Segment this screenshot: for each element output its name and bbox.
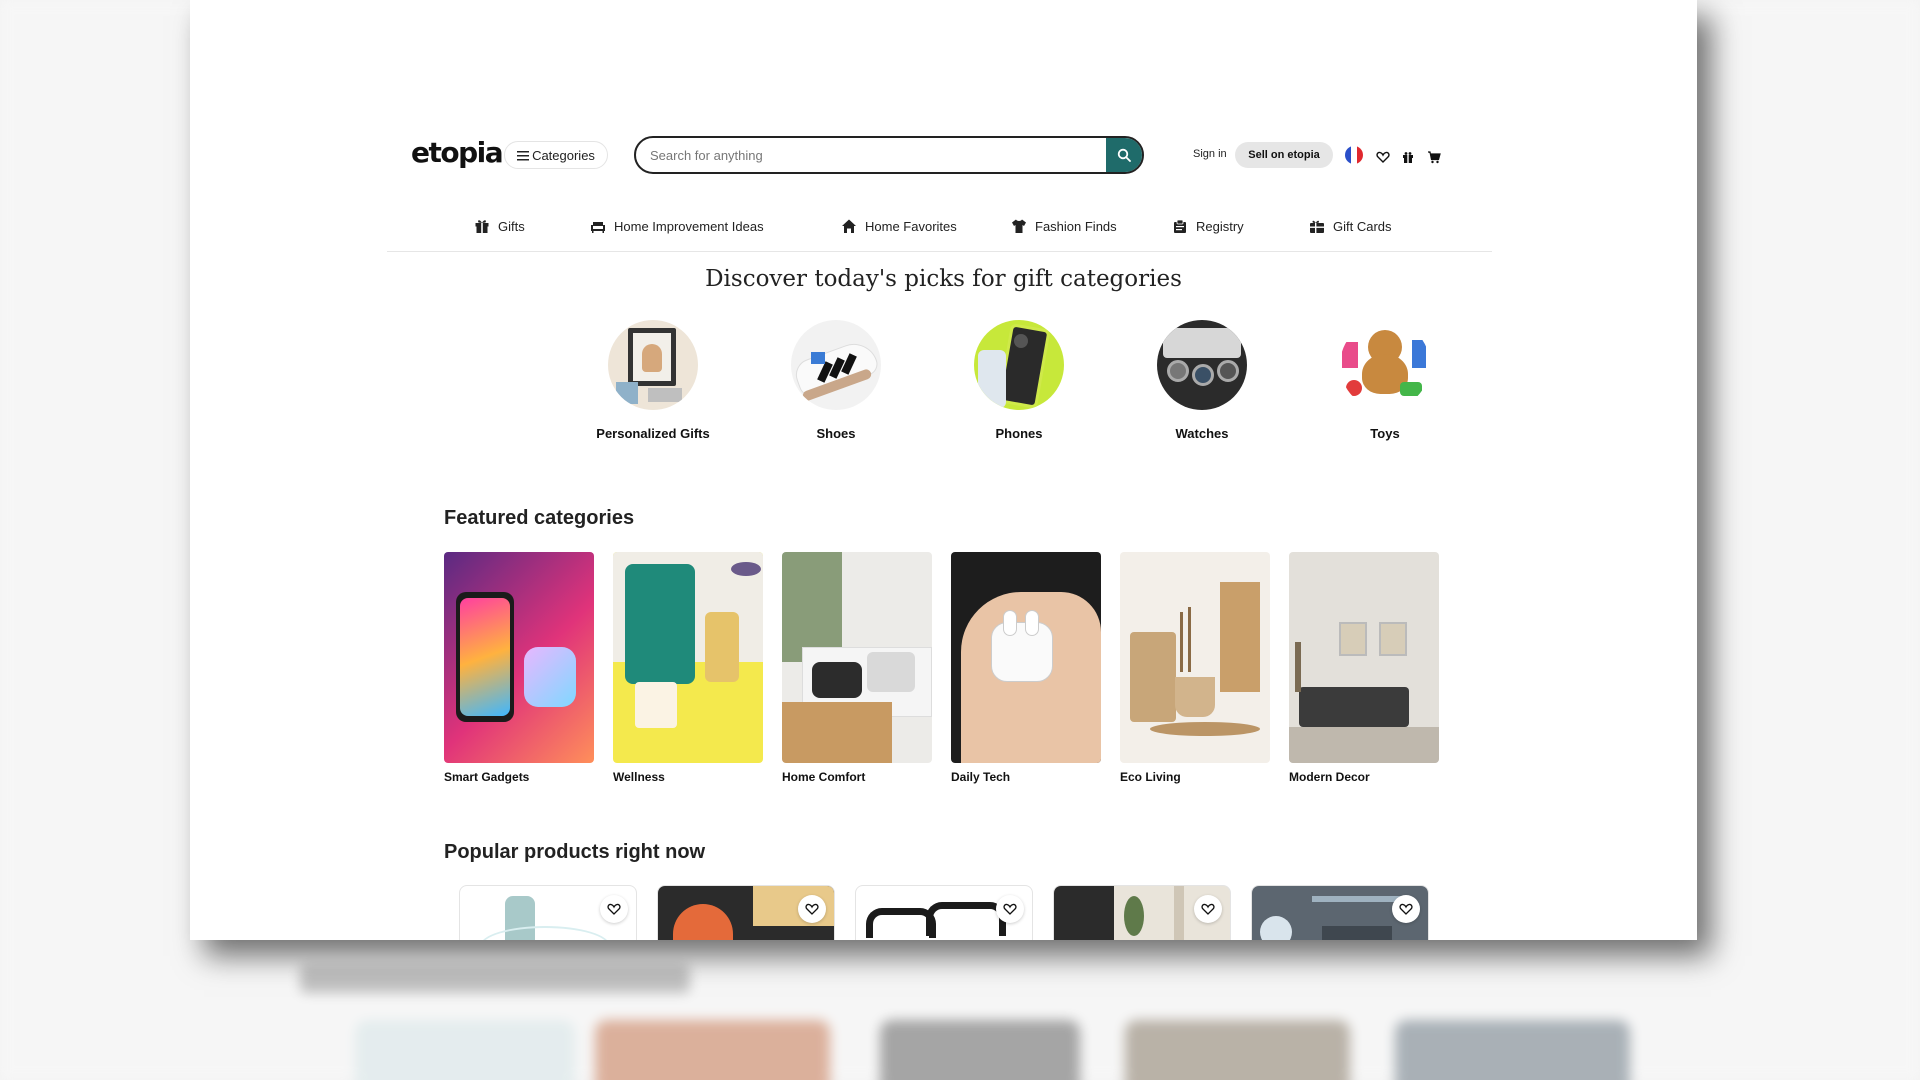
pick-label: Toys (1370, 426, 1400, 441)
pick-shoes[interactable]: Shoes (746, 320, 926, 441)
pick-label: Shoes (816, 426, 856, 441)
gift-card-icon (1310, 220, 1324, 233)
category-nav: Gifts Home Improvement Ideas Home Favori… (190, 218, 1697, 242)
site-logo[interactable]: etopia (411, 136, 504, 169)
featured-label: Wellness (613, 770, 665, 784)
modern-decor-image (1289, 552, 1439, 763)
featured-modern-decor[interactable]: Modern Decor (1289, 552, 1439, 784)
featured-label: Smart Gadgets (444, 770, 530, 784)
featured-label: Modern Decor (1289, 770, 1370, 784)
heart-icon (805, 903, 819, 915)
nav-item-home-improvement[interactable]: Home Improvement Ideas (590, 218, 764, 234)
product-card[interactable] (1251, 885, 1429, 940)
pick-phones[interactable]: Phones (929, 320, 1109, 441)
product-card[interactable] (855, 885, 1033, 940)
daily-tech-image (951, 552, 1101, 763)
pick-label: Phones (995, 426, 1043, 441)
pick-toys[interactable]: Toys (1295, 320, 1475, 441)
nav-item-label: Home Favorites (865, 218, 957, 234)
sell-button[interactable]: Sell on etopia (1235, 142, 1333, 168)
picks-title: Discover today's picks for gift categori… (705, 266, 1182, 292)
pick-personalized-gifts[interactable]: Personalized Gifts (563, 320, 743, 441)
shirt-icon (1012, 219, 1026, 233)
search-input[interactable] (636, 138, 1106, 172)
house-icon (842, 219, 856, 233)
nav-item-gifts[interactable]: Gifts (474, 218, 525, 234)
nav-item-label: Fashion Finds (1035, 218, 1117, 234)
categories-label: Categories (532, 147, 595, 163)
personalized-gifts-image (608, 320, 698, 410)
pick-label: Personalized Gifts (596, 426, 710, 441)
nav-item-label: Gift Cards (1333, 218, 1392, 234)
nav-divider (387, 251, 1492, 252)
featured-home-comfort[interactable]: Home Comfort (782, 552, 932, 784)
product-card[interactable] (1053, 885, 1231, 940)
menu-icon (517, 150, 530, 160)
browser-window: etopia Categories Sign in Sell on etopia… (190, 0, 1697, 940)
nav-item-home-favorites[interactable]: Home Favorites (841, 218, 957, 234)
nav-item-label: Home Improvement Ideas (614, 218, 764, 234)
gift-icon[interactable] (1401, 150, 1415, 164)
cart-icon[interactable] (1427, 150, 1441, 164)
heart-icon (1201, 903, 1215, 915)
featured-label: Home Comfort (782, 770, 866, 784)
clipboard-icon (1174, 219, 1186, 233)
watches-image (1157, 320, 1247, 410)
favorite-button[interactable] (1392, 895, 1420, 923)
popular-products-title: Popular products right now (444, 841, 706, 863)
featured-wellness[interactable]: Wellness (613, 552, 763, 784)
featured-eco-living[interactable]: Eco Living (1120, 552, 1270, 784)
featured-smart-gadgets[interactable]: Smart Gadgets (444, 552, 594, 784)
heart-icon (1003, 903, 1017, 915)
search-icon (1117, 148, 1131, 162)
pick-watches[interactable]: Watches (1112, 320, 1292, 441)
heart-icon (1399, 903, 1413, 915)
featured-daily-tech[interactable]: Daily Tech (951, 552, 1101, 784)
pick-label: Watches (1175, 426, 1229, 441)
eco-living-image (1120, 552, 1270, 763)
language-flag-icon[interactable] (1345, 146, 1363, 164)
sofa-icon (591, 222, 605, 233)
categories-button[interactable]: Categories (504, 141, 608, 169)
nav-item-label: Gifts (498, 218, 525, 234)
nav-item-registry[interactable]: Registry (1172, 218, 1244, 234)
favorite-button[interactable] (996, 895, 1024, 923)
sign-in-link[interactable]: Sign in (1193, 148, 1227, 160)
wellness-image (613, 552, 763, 763)
favorite-button[interactable] (600, 895, 628, 923)
search-bar (634, 136, 1144, 174)
page: etopia Categories Sign in Sell on etopia… (190, 0, 1697, 940)
smart-gadgets-image (444, 552, 594, 763)
home-comfort-image (782, 552, 932, 763)
featured-categories-title: Featured categories (444, 507, 635, 529)
toys-image (1340, 320, 1430, 410)
featured-label: Daily Tech (951, 770, 1011, 784)
heart-icon[interactable] (1376, 150, 1390, 164)
shoes-image (791, 320, 881, 410)
gift-icon (475, 220, 489, 233)
product-card[interactable] (459, 885, 637, 940)
nav-item-gift-cards[interactable]: Gift Cards (1309, 218, 1392, 234)
nav-item-label: Registry (1196, 218, 1244, 234)
nav-item-fashion-finds[interactable]: Fashion Finds (1011, 218, 1117, 234)
favorite-button[interactable] (1194, 895, 1222, 923)
search-button[interactable] (1106, 138, 1142, 172)
favorite-button[interactable] (798, 895, 826, 923)
featured-label: Eco Living (1120, 770, 1181, 784)
heart-icon (607, 903, 621, 915)
product-card[interactable] (657, 885, 835, 940)
phones-image (974, 320, 1064, 410)
